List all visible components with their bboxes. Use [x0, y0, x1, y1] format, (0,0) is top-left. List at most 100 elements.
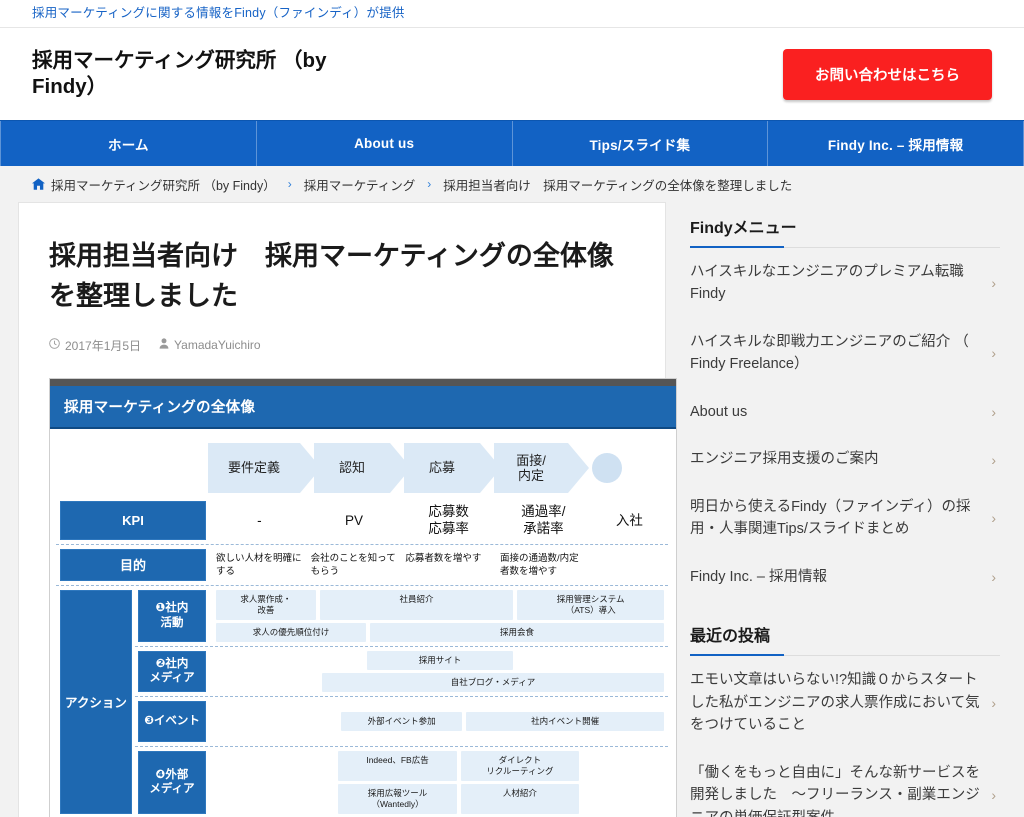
widget-list: ハイスキルなエンジニアのプレミアム転職Findy › ハイスキルな即戦力エンジニアの… [690, 248, 1000, 600]
sidebar-item-0-2[interactable]: About us › [690, 388, 1000, 435]
diagram-tag-line: 求人票作成・ 改善 社員紹介 採用管理システム （ATS）導入 [216, 589, 665, 620]
chevron-right-icon: › [991, 694, 996, 711]
chevron-right-icon: › [991, 510, 996, 527]
chevron-right-icon: › [991, 404, 996, 421]
kpi-cell: 応募数 応募率 [428, 503, 469, 537]
main-navigation: ホーム About us Tips/スライド集 Findy Inc. – 採用情… [0, 120, 1024, 166]
kpi-cell: 通過率/ 承諾率 [521, 503, 566, 537]
diagram-tag-spacer [216, 673, 318, 692]
nav-item-tips-slides[interactable]: Tips/スライド集 [511, 121, 768, 166]
breadcrumb-separator-icon: › [287, 177, 292, 191]
widget-list: エモい文章はいらない!?知識０からスタートした私がエンジニアの求人票作成において… [690, 656, 1000, 817]
kpi-cell: PV [345, 512, 364, 528]
sidebar-item-label: ハイスキルな即戦力エンジニアのご紹介 （ Findy Freelance） [690, 333, 969, 373]
diagram-tag: 求人票作成・ 改善 [216, 589, 316, 620]
sidebar-item-label: 明日から使えるFindy（ファインディ）の採用・人事関連Tips/スライドまとめ [690, 498, 971, 538]
diagram-action-row: ❶社内 活動 求人票作成・ 改善 社員紹介 採用管理システム （ATS）導入 求人の優先… [135, 586, 668, 646]
widget-title: 最近の投稿 [690, 622, 1000, 657]
diagram-row-kpi: KPI - PV 応募数 応募率 通過率/ 承諾率 入社 [56, 497, 668, 544]
breadcrumb-separator-icon: › [427, 177, 432, 191]
diagram-tag-group: 外部イベント参加 社内イベント開催 [212, 697, 668, 746]
page-body: 採用担当者向け 採用マーケティングの全体像を整理しました 2017年1月5日 Y… [0, 202, 1024, 817]
diagram-title: 採用マーケティングの全体像 [50, 385, 676, 429]
diagram-tag: 求人の優先順位付け [216, 622, 366, 642]
diagram-action-row: ❸イベント 外部イベント参加 社内イベント開催 [135, 695, 668, 746]
sidebar-item-0-4[interactable]: 明日から使えるFindy（ファインディ）の採用・人事関連Tips/スライドまとめ… [690, 483, 1000, 553]
diagram-tag-spacer [517, 651, 664, 670]
nav-item-findy-recruit[interactable]: Findy Inc. – 採用情報 [767, 121, 1024, 166]
chevron-right-icon: › [991, 275, 996, 292]
diagram-row-cells: - PV 応募数 応募率 通過率/ 承諾率 入社 [212, 497, 668, 544]
diagram-action-row: ❷社内 メディア 採用サイト 自社ブログ・メディア [135, 645, 668, 696]
diagram-tag-group: Indeed、FB広告 ダイレクト リクルーティング 採用広報ツール （Wanted… [212, 747, 668, 817]
diagram-row-label-purpose: 目的 [60, 549, 206, 581]
announcement-bar: 採用マーケティングに関する情報をFindy（ファインディ）が提供 [0, 0, 1024, 28]
home-icon [32, 178, 45, 190]
widget-title: Findyメニュー [690, 214, 1000, 248]
diagram-tag: 採用管理システム （ATS）導入 [517, 589, 665, 620]
chevron-right-icon: › [991, 451, 996, 468]
diagram-action-rows: ❶社内 活動 求人票作成・ 改善 社員紹介 採用管理システム （ATS）導入 求人の優先… [135, 586, 668, 817]
diagram-tag-line: 採用サイト [216, 650, 664, 670]
stage-chevron-4: 面接/ 内定 [494, 442, 589, 493]
breadcrumb-item-2[interactable]: 採用マーケティング [304, 175, 416, 194]
diagram-tag: 人材紹介 [460, 783, 580, 815]
kpi-cell: - [257, 512, 262, 528]
diagram-action-block: アクション ❶社内 活動 求人票作成・ 改善 社員紹介 採用管理システム （ATS）導… [56, 584, 668, 817]
diagram-tag-line: Indeed、FB広告 ダイレクト リクルーティング [216, 750, 664, 781]
stage-chevron-2: 認知 [314, 442, 411, 493]
diagram-tag: 外部イベント参加 [341, 711, 463, 731]
diagram-tag: ダイレクト リクルーティング [460, 750, 580, 781]
diagram-tag-spacer [216, 651, 363, 670]
diagram-action-sublabel: ❸イベント [138, 700, 206, 742]
site-header: 採用マーケティング研究所 （by Findy） お問い合わせはこちら [0, 28, 1024, 120]
nav-item-about-us[interactable]: About us [255, 121, 512, 166]
page-root: 採用マーケティングに関する情報をFindy（ファインディ）が提供 採用マーケティ… [0, 0, 1024, 817]
diagram-tag-spacer [216, 751, 334, 781]
sidebar-item-label: エンジニア採用支援のご案内 [690, 451, 879, 468]
diagram-tag-line: 自社ブログ・メディア [216, 672, 664, 692]
post-author[interactable]: YamadaYuichiro [174, 338, 261, 352]
chevron-right-icon: › [991, 345, 996, 362]
diagram-tag-group: 求人票作成・ 改善 社員紹介 採用管理システム （ATS）導入 求人の優先順位付け 採用… [212, 586, 668, 646]
sidebar-item-0-0[interactable]: ハイスキルなエンジニアのプレミアム転職Findy › [690, 248, 1000, 318]
diagram-tag-spacer [216, 712, 337, 731]
diagram-body: 要件定義 認知 応募 面接/ 内定 KPI - PV 応募数 応募率 通過率/ … [50, 429, 676, 817]
nav-item-home[interactable]: ホーム [0, 121, 256, 166]
diagram-row-cells: 欲しい人材を明確にする 会社のことを知ってもらう 応募者数を増やす 面接の通過数… [212, 545, 668, 585]
sidebar-item-1-1[interactable]: 「働くをもっと自由に」そんな新サービスを開発しました ～フリーランス・副業エンジ… [690, 749, 1000, 817]
kpi-cell: 入社 [615, 512, 643, 528]
diagram-tag: 社員紹介 [319, 589, 514, 620]
sidebar-item-label: エモい文章はいらない!?知識０からスタートした私がエンジニアの求人票作成において… [690, 672, 980, 734]
breadcrumb-item-1[interactable]: 採用マーケティング研究所 （by Findy） [51, 175, 276, 194]
chevron-right-icon: › [991, 568, 996, 585]
announcement-text: 採用マーケティングに関する情報をFindy（ファインディ）が提供 [32, 6, 405, 21]
sidebar-item-1-0[interactable]: エモい文章はいらない!?知識０からスタートした私がエンジニアの求人票作成において… [690, 656, 1000, 748]
diagram-row-label-action: アクション [60, 589, 132, 815]
contact-cta-button[interactable]: お問い合わせはこちら [783, 48, 992, 100]
diagram-tag: 採用広報ツール （Wantedly） [338, 783, 457, 815]
post-meta: 2017年1月5日 YamadaYuichiro [49, 337, 635, 354]
sidebar-item-0-3[interactable]: エンジニア採用支援のご案内 › [690, 435, 1000, 482]
purpose-cell: 会社のことを知ってもらう [310, 553, 396, 577]
sidebar-item-label: 「働くをもっと自由に」そんな新サービスを開発しました ～フリーランス・副業エンジ… [690, 764, 980, 817]
diagram-tag: 社内イベント開催 [466, 711, 664, 731]
purpose-cell: 応募者数を増やす [405, 553, 482, 564]
stage-chevron-1: 要件定義 [208, 442, 321, 493]
article-card: 採用担当者向け 採用マーケティングの全体像を整理しました 2017年1月5日 Y… [18, 202, 677, 817]
sidebar-item-label: Findy Inc. – 採用情報 [690, 568, 827, 585]
sidebar-item-0-1[interactable]: ハイスキルな即戦力エンジニアのご紹介 （ Findy Freelance） › [690, 318, 1000, 388]
diagram-tag-spacer [583, 751, 664, 781]
sidebar-item-0-5[interactable]: Findy Inc. – 採用情報 › [690, 553, 1000, 600]
diagram-tag-group: 採用サイト 自社ブログ・メディア [212, 647, 668, 696]
diagram-tag-spacer [216, 784, 334, 814]
purpose-cell: 欲しい人材を明確にする [216, 553, 302, 577]
diagram-tag: 自社ブログ・メディア [322, 672, 664, 692]
diagram-action-row: ❹外部 メディア Indeed、FB広告 ダイレクト リクルーティング 採用広報ツール… [135, 745, 668, 817]
breadcrumb: 採用マーケティング研究所 （by Findy） › 採用マーケティング › 採用… [0, 166, 1024, 202]
sidebar-item-label: About us [690, 403, 748, 420]
stage-end-dot [592, 452, 622, 483]
post-date: 2017年1月5日 [65, 338, 142, 353]
clock-icon [49, 338, 60, 352]
diagram-action-sublabel: ❶社内 活動 [138, 589, 206, 642]
